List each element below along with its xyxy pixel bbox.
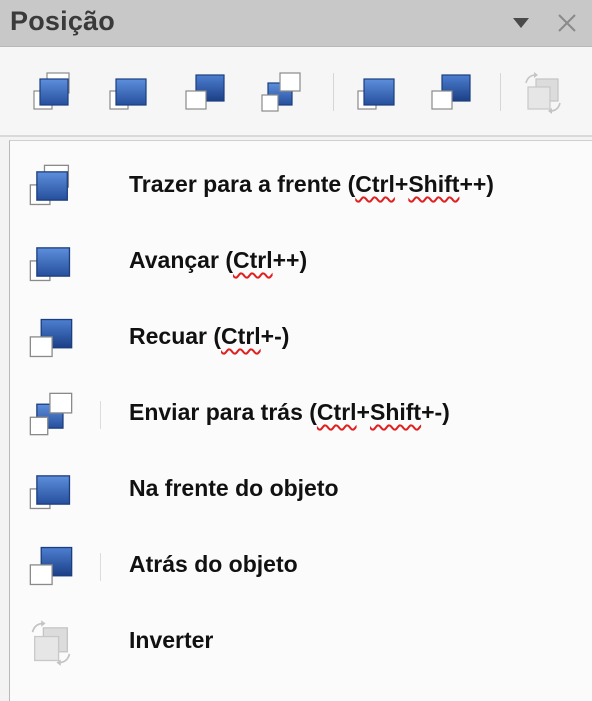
backward-one-icon: [185, 74, 225, 110]
menu-icon-wrapper: [26, 161, 76, 211]
label-text: Enviar para trás (: [129, 399, 317, 425]
label-shortcut-key: Ctrl: [221, 323, 261, 349]
menu-item-behind-object[interactable]: Atrás do objeto: [10, 529, 592, 605]
menu-item-label: Enviar para trás (Ctrl+Shift+-): [129, 399, 450, 426]
reverse-icon: [525, 72, 561, 114]
toolbar-reverse[interactable]: [520, 69, 566, 115]
label-shortcut-key: Ctrl: [355, 171, 395, 197]
toolbar-behind-object[interactable]: [428, 69, 474, 115]
toolbar-separator: [500, 73, 501, 111]
position-panel: Posição Trazer para a frente (Ctrl+Shift…: [0, 0, 592, 701]
toolbar-backward-one[interactable]: [182, 69, 228, 115]
panel-title: Posição: [10, 6, 115, 36]
menu-item-label: Inverter: [129, 627, 214, 653]
menu-item-backward-one[interactable]: Recuar (Ctrl+-): [10, 301, 592, 377]
menu-icon-wrapper: [26, 465, 76, 515]
forward-one-icon: [109, 78, 147, 110]
backward-one-icon: [29, 318, 73, 358]
menu-item-label: Trazer para a frente (Ctrl+Shift++): [129, 171, 494, 198]
menu-icon-separator: [100, 401, 101, 429]
menu-item-bring-to-front[interactable]: Trazer para a frente (Ctrl+Shift++): [10, 149, 592, 225]
bring-to-front-icon: [33, 72, 70, 110]
toolbar-forward-one[interactable]: [106, 69, 152, 115]
label-text: Recuar (: [129, 323, 222, 349]
label-shortcut-key: Ctrl: [232, 247, 273, 273]
toolbar-divider: [0, 135, 592, 137]
in-front-of-object-icon: [357, 78, 395, 110]
menu-icon-wrapper: [26, 389, 76, 439]
menu-item-label: Avançar (Ctrl++): [129, 247, 307, 274]
panel-close-button[interactable]: [552, 8, 582, 38]
menu-icon-wrapper: [26, 541, 76, 591]
label-text: ++): [459, 171, 494, 197]
send-to-back-icon: [29, 392, 73, 436]
toolbar-separator: [333, 73, 334, 111]
menu-item-send-to-back[interactable]: Enviar para trás (Ctrl+Shift+-): [10, 377, 592, 453]
menu-icon-separator: [100, 553, 101, 581]
position-toolbar: [0, 47, 592, 135]
menu-item-label: Recuar (Ctrl+-): [129, 323, 289, 350]
label-text: +: [356, 399, 370, 425]
label-text: +-): [260, 323, 290, 349]
bring-to-front-icon: [29, 164, 70, 206]
behind-object-icon: [431, 74, 471, 110]
menu-item-label: Na frente do objeto: [129, 475, 339, 501]
toolbar-in-front-of-object[interactable]: [354, 69, 400, 115]
forward-one-icon: [29, 247, 71, 282]
close-icon: [558, 14, 576, 32]
label-shortcut-key: Shift: [369, 399, 422, 425]
toolbar-send-to-back[interactable]: [258, 69, 304, 115]
label-text: +-): [421, 399, 450, 425]
menu-icon-wrapper: [26, 617, 76, 667]
menu-item-forward-one[interactable]: Avançar (Ctrl++): [10, 225, 592, 301]
behind-object-icon: [29, 546, 73, 586]
label-text: +: [394, 171, 409, 197]
in-front-of-object-icon: [29, 475, 71, 510]
label-shortcut-key: Ctrl: [316, 399, 357, 425]
panel-menu-dropdown[interactable]: [510, 12, 532, 34]
arrange-menu: Trazer para a frente (Ctrl+Shift++) Avan…: [9, 140, 592, 701]
menu-icon-wrapper: [26, 237, 76, 287]
reverse-icon: [31, 620, 71, 666]
label-shortcut-key: Shift: [408, 171, 460, 197]
label-text: Trazer para a frente (: [129, 171, 356, 197]
label-text: ++): [272, 247, 308, 273]
triangle-down-icon: [513, 18, 529, 28]
panel-title-bar: Posição: [0, 0, 592, 47]
menu-item-in-front-of-object[interactable]: Na frente do objeto: [10, 453, 592, 529]
menu-icon-wrapper: [26, 313, 76, 363]
label-text: Avançar (: [129, 247, 233, 273]
menu-item-label: Atrás do objeto: [129, 551, 298, 577]
send-to-back-icon: [261, 72, 301, 112]
menu-item-reverse[interactable]: Inverter: [10, 605, 592, 681]
toolbar-bring-to-front[interactable]: [30, 69, 76, 115]
